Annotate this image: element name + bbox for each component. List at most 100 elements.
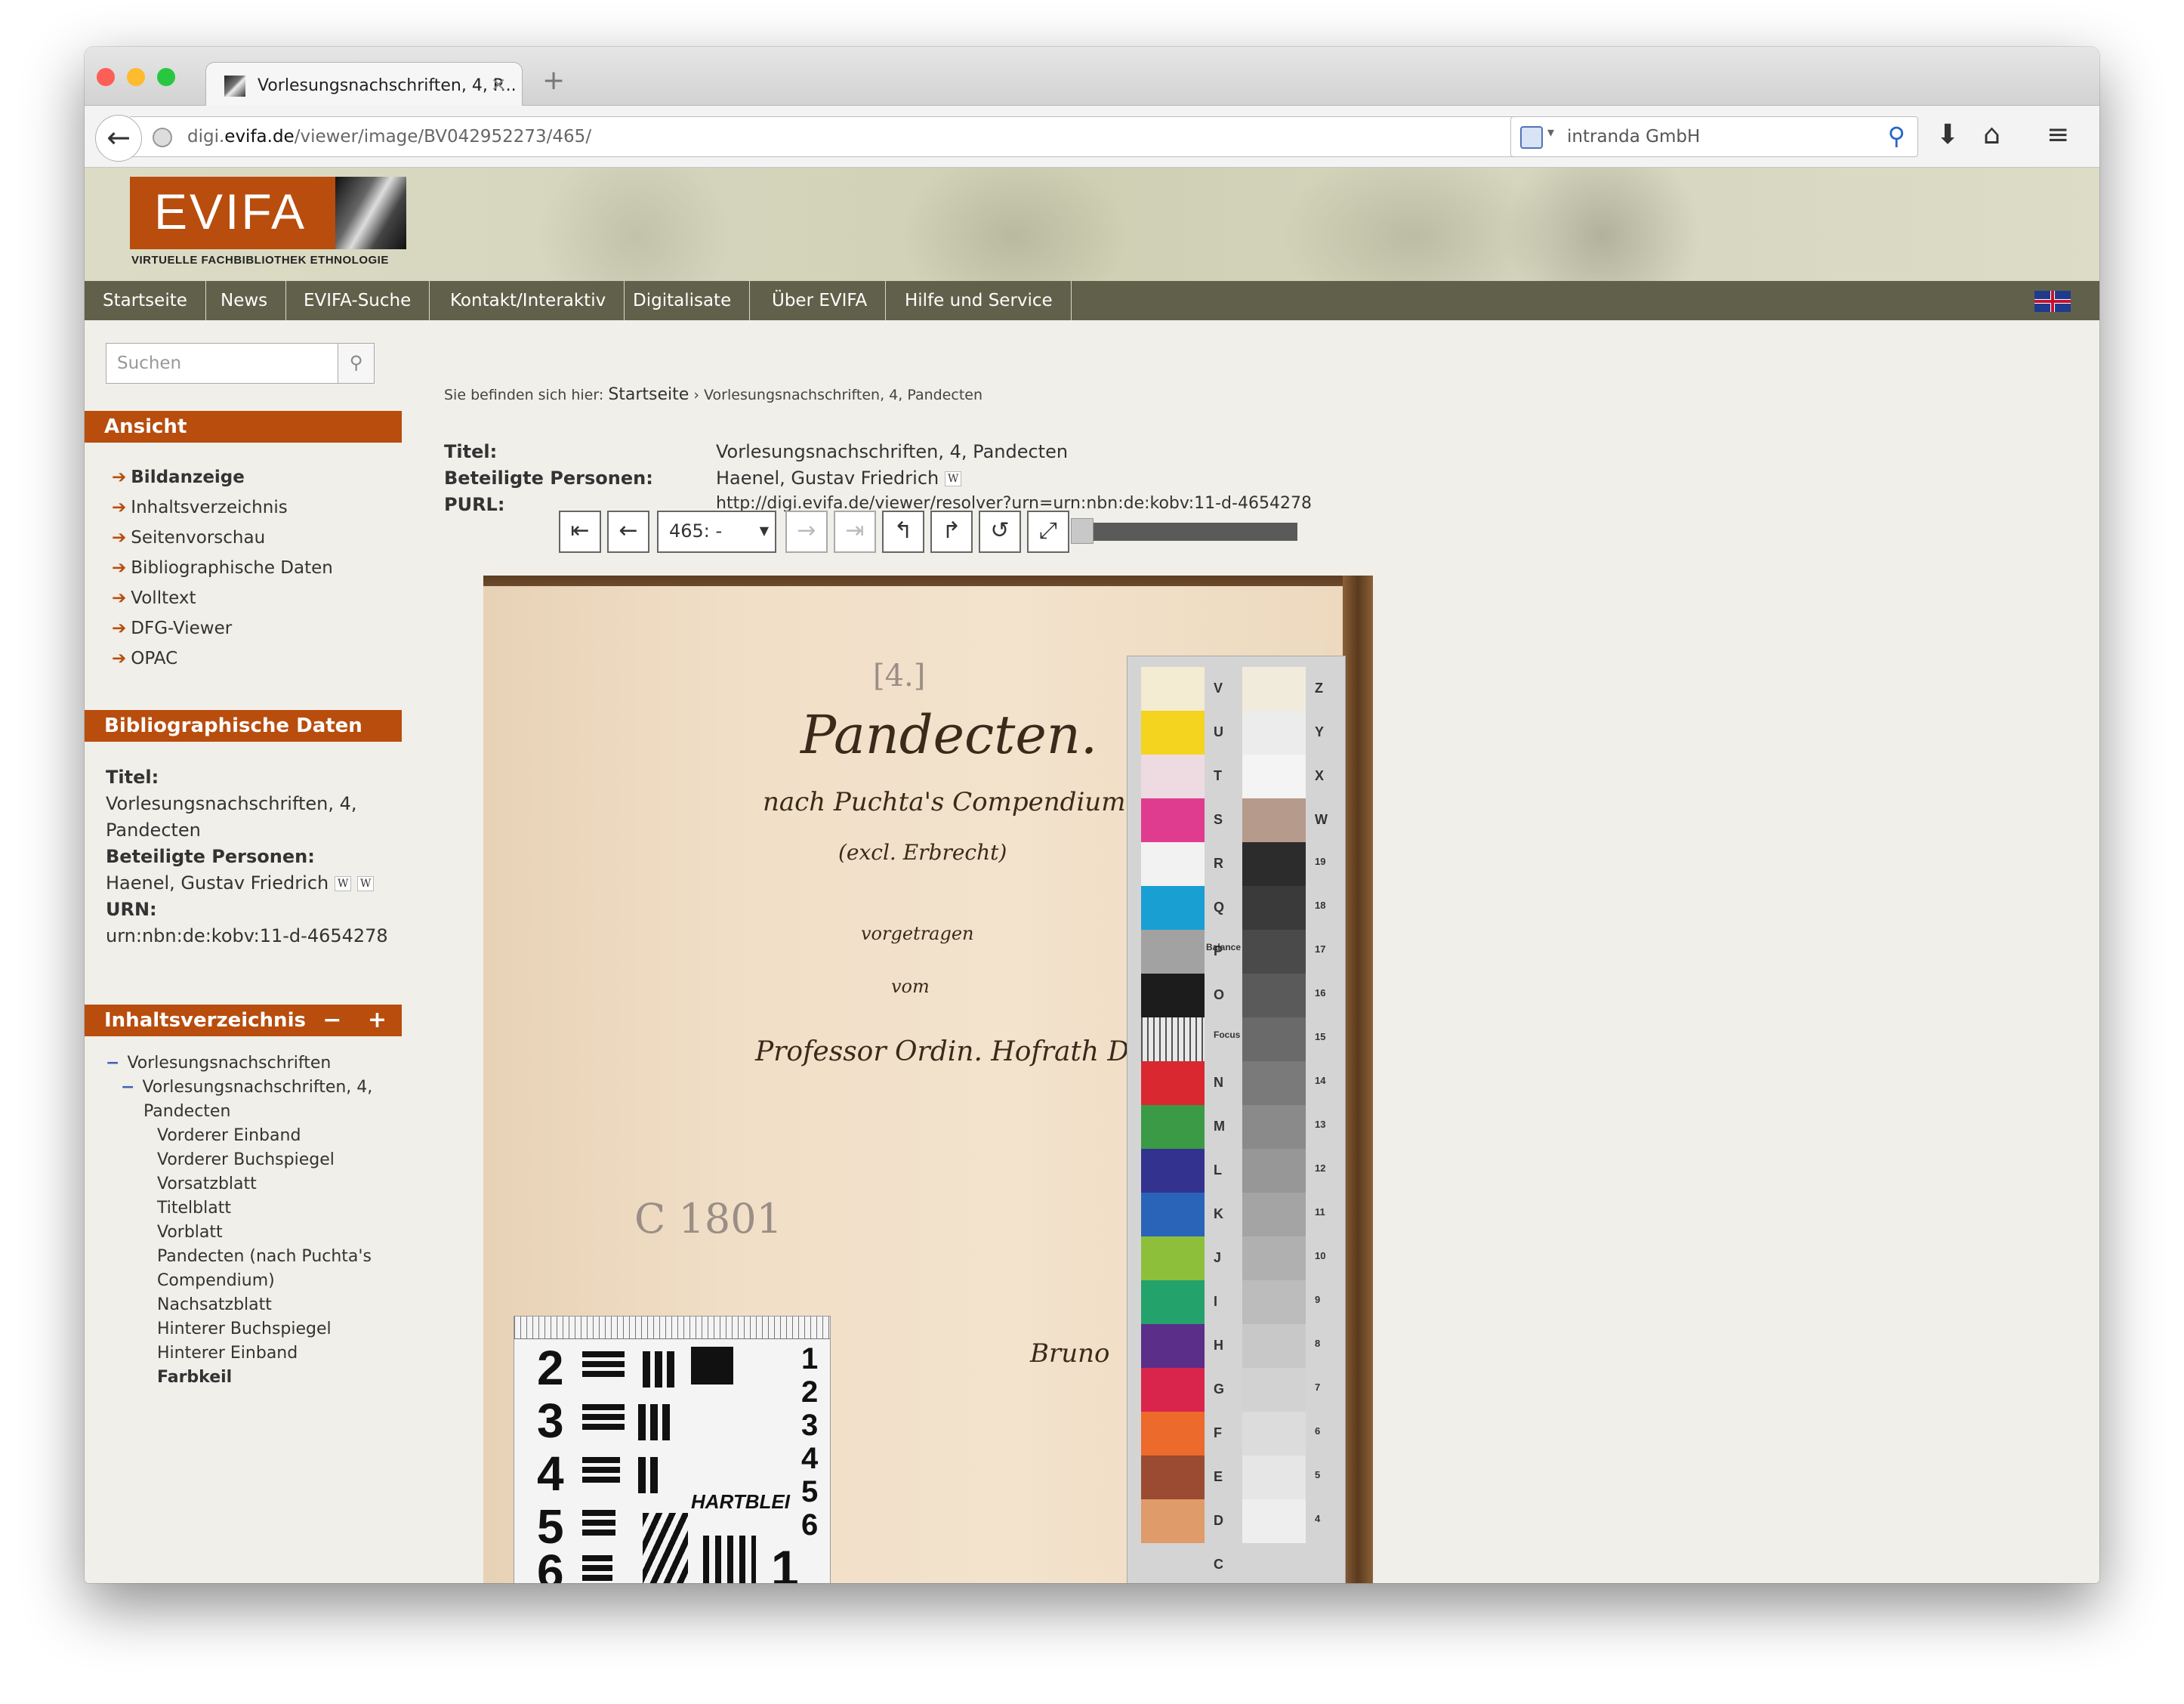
bib-data: Titel: Vorlesungsnachschriften, 4, Pande… xyxy=(106,764,408,949)
active-tab[interactable]: Vorlesungsnachschriften, 4, P... × xyxy=(205,62,523,106)
search-button-icon[interactable]: ⚲ xyxy=(338,344,374,383)
maximize-window-button[interactable] xyxy=(157,68,175,86)
back-button[interactable]: ← xyxy=(95,115,142,162)
bib-urn-value: urn:nbn:de:kobv:11-d-4654278 xyxy=(106,925,388,946)
toc-item-level2-cont[interactable]: Pandecten xyxy=(106,1100,372,1124)
gray-swatch xyxy=(1242,1105,1306,1149)
breadcrumb-current: Vorlesungsnachschriften, 4, Pandecten xyxy=(704,387,983,403)
menu-item-startseite[interactable]: Startseite xyxy=(85,281,206,320)
target-brand: HARTBLEI xyxy=(691,1490,790,1513)
target-right-number: 1 xyxy=(801,1342,819,1375)
bib-person-value[interactable]: Haenel, Gustav Friedrich xyxy=(106,872,329,894)
minimize-window-button[interactable] xyxy=(127,68,145,86)
rotate-right-button[interactable]: ↱ xyxy=(930,511,973,553)
search-input[interactable]: Suchen xyxy=(117,353,181,373)
nav-bildanzeige[interactable]: ➔ Bildanzeige xyxy=(112,462,333,492)
menu-item-evifa-suche[interactable]: EVIFA-Suche xyxy=(285,281,430,320)
first-page-button[interactable]: ⇤ xyxy=(559,511,601,553)
strip-number: 8 xyxy=(1315,1338,1321,1349)
previous-page-button[interactable]: ← xyxy=(607,511,649,553)
breadcrumb: Sie befinden sich hier: Startseite › Vor… xyxy=(444,385,983,404)
sidebar-search[interactable]: Suchen ⚲ xyxy=(106,343,375,384)
home-icon[interactable]: ⌂ xyxy=(1983,119,2000,150)
toc-item[interactable]: Hinterer Einband xyxy=(106,1341,372,1366)
menu-item-kontakt[interactable]: Kontakt/Interaktiv xyxy=(432,281,625,320)
toc-item[interactable]: Compendium) xyxy=(106,1269,372,1293)
nav-volltext[interactable]: ➔ Volltext xyxy=(112,583,333,613)
chevron-down-icon[interactable]: ▾ xyxy=(1547,125,1554,140)
target-right-number: 6 xyxy=(801,1508,819,1542)
next-page-button[interactable]: → xyxy=(785,511,828,553)
tab-bar: Vorlesungsnachschriften, 4, P... × + xyxy=(85,47,2099,106)
page-select[interactable]: 465: - ▼ xyxy=(657,511,776,553)
toc-item[interactable]: Titelblatt xyxy=(106,1196,372,1221)
strip-letter: R xyxy=(1214,856,1223,871)
target-bars xyxy=(582,1351,625,1384)
scan-signature: C 1801 xyxy=(634,1195,782,1242)
toc-item-level1[interactable]: − Vorlesungsnachschriften xyxy=(106,1051,372,1076)
toc-item-active[interactable]: Farbkeil xyxy=(106,1366,372,1390)
strip-number: 5 xyxy=(1315,1469,1321,1480)
breadcrumb-home-link[interactable]: Startseite xyxy=(608,385,689,404)
strip-letter: F xyxy=(1214,1425,1222,1440)
uk-flag-icon[interactable] xyxy=(2034,291,2071,312)
site-header-banner: EVIFA VIRTUELLE FACHBIBLIOTHEK ETHNOLOGI… xyxy=(85,168,2099,281)
fullscreen-button[interactable]: ⤢ xyxy=(1027,511,1069,553)
strip-letter: D xyxy=(1214,1513,1223,1528)
nav-seitenvorschau[interactable]: ➔ Seitenvorschau xyxy=(112,523,333,553)
hamburger-menu-icon[interactable]: ≡ xyxy=(2047,119,2069,150)
wikipedia-icon[interactable]: W xyxy=(945,471,962,486)
new-tab-button[interactable]: + xyxy=(542,65,565,96)
zoom-slider-handle[interactable] xyxy=(1071,518,1094,544)
last-page-button[interactable]: ⇥ xyxy=(834,511,876,553)
scan-line4: vorgetragen xyxy=(861,923,974,944)
zoom-slider[interactable] xyxy=(1071,518,1297,544)
nav-opac[interactable]: ➔ OPAC xyxy=(112,644,333,674)
menu-item-digitalisate[interactable]: Digitalisate xyxy=(615,281,751,320)
toc-item[interactable]: Hinterer Buchspiegel xyxy=(106,1317,372,1341)
nav-bibliographische-daten[interactable]: ➔ Bibliographische Daten xyxy=(112,553,333,583)
rotate-left-button[interactable]: ↰ xyxy=(882,511,924,553)
book-edge xyxy=(1343,576,1373,1583)
address-bar[interactable]: digi.evifa.de/viewer/image/BV042952273/4… xyxy=(130,116,1572,157)
search-engine-icon[interactable] xyxy=(1520,126,1543,149)
strip-number: 12 xyxy=(1315,1162,1326,1174)
gray-swatch xyxy=(1242,1368,1306,1412)
search-icon[interactable]: ⚲ xyxy=(1888,122,1905,150)
search-engine-text[interactable]: intranda GmbH xyxy=(1567,127,1700,147)
download-icon[interactable]: ⬇ xyxy=(1936,119,1959,150)
gray-swatch xyxy=(1242,1412,1306,1456)
target-vbar xyxy=(638,1457,646,1493)
reset-view-button[interactable]: ↺ xyxy=(979,511,1021,553)
strip-number: 16 xyxy=(1315,987,1326,999)
toc-expand-collapse-icon[interactable]: − + xyxy=(322,1005,396,1036)
toc-item[interactable]: Vorblatt xyxy=(106,1221,372,1245)
target-vbar xyxy=(655,1351,662,1388)
toc-item[interactable]: Nachsatzblatt xyxy=(106,1293,372,1317)
toc-item[interactable]: Vorderer Einband xyxy=(106,1124,372,1148)
toc-item[interactable]: Vorsatzblatt xyxy=(106,1172,372,1196)
close-window-button[interactable] xyxy=(97,68,115,86)
wikipedia-icon[interactable]: W xyxy=(335,876,352,891)
nav-inhaltsverzeichnis[interactable]: ➔ Inhaltsverzeichnis xyxy=(112,492,333,523)
strip-number: 7 xyxy=(1315,1381,1321,1393)
toc-item[interactable]: Vorderer Buchspiegel xyxy=(106,1148,372,1172)
color-swatch xyxy=(1141,1412,1205,1456)
target-vbar xyxy=(638,1404,646,1440)
close-tab-icon[interactable]: × xyxy=(490,73,507,96)
search-bar[interactable]: ▾ intranda GmbH ⚲ xyxy=(1510,116,1918,157)
site-info-icon[interactable] xyxy=(153,128,172,147)
menu-item-ueber-evifa[interactable]: Über EVIFA xyxy=(754,281,887,320)
strip-number: 13 xyxy=(1315,1119,1326,1130)
document-scan-image[interactable]: [4.] Pandecten. nach Puchta's Compendium… xyxy=(483,576,1373,1583)
toc-item-level2[interactable]: − Vorlesungsnachschriften, 4, xyxy=(106,1076,372,1100)
menu-item-news[interactable]: News xyxy=(202,281,287,320)
url-text[interactable]: digi.evifa.de/viewer/image/BV042952273/4… xyxy=(187,127,591,147)
menu-item-hilfe[interactable]: Hilfe und Service xyxy=(887,281,1072,320)
nav-dfg-viewer[interactable]: ➔ DFG-Viewer xyxy=(112,613,333,644)
target-right-number: 5 xyxy=(801,1475,819,1508)
toc-item[interactable]: Pandecten (nach Puchta's xyxy=(106,1245,372,1269)
evifa-logo[interactable]: EVIFA xyxy=(130,177,406,249)
strip-letter: H xyxy=(1214,1338,1223,1353)
wikipedia-icon[interactable]: W xyxy=(357,876,375,891)
